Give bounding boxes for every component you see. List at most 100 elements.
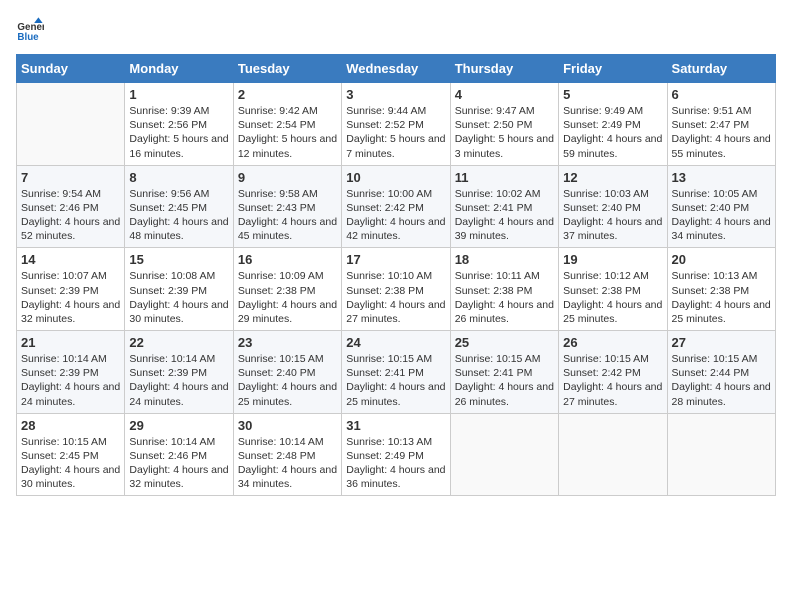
- day-cell: 19Sunrise: 10:12 AM Sunset: 2:38 PM Dayl…: [559, 248, 667, 331]
- logo: General Blue: [16, 16, 46, 44]
- day-cell: 10 Sunrise: 10:00 AM Sunset: 2:42 PM Dayl…: [342, 165, 450, 248]
- day-number: 3: [346, 87, 445, 102]
- day-number: 17: [346, 252, 445, 267]
- day-info: Sunrise: 10:14 AM Sunset: 2:39 PM Daylig…: [129, 352, 228, 409]
- day-cell: 2 Sunrise: 9:42 AM Sunset: 2:54 PM Daylig…: [233, 83, 341, 166]
- day-number: 28: [21, 418, 120, 433]
- col-header-wednesday: Wednesday: [342, 55, 450, 83]
- col-header-thursday: Thursday: [450, 55, 558, 83]
- day-number: 1: [129, 87, 228, 102]
- day-number: 22: [129, 335, 228, 350]
- day-number: 5: [563, 87, 662, 102]
- col-header-sunday: Sunday: [17, 55, 125, 83]
- day-info: Sunrise: 9:49 AM Sunset: 2:49 PM Dayligh…: [563, 104, 662, 161]
- day-info: Sunrise: 9:58 AM Sunset: 2:43 PM Dayligh…: [238, 187, 337, 244]
- day-info: Sunrise: 10:02 AM Sunset: 2:41 PM Daylig…: [455, 187, 554, 244]
- day-info: Sunrise: 10:11 AM Sunset: 2:38 PM Daylig…: [455, 269, 554, 326]
- day-cell: 17 Sunrise: 10:10 AM Sunset: 2:38 PM Dayl…: [342, 248, 450, 331]
- col-header-tuesday: Tuesday: [233, 55, 341, 83]
- day-cell: [450, 413, 558, 496]
- day-number: 31: [346, 418, 445, 433]
- day-cell: 23Sunrise: 10:15 AM Sunset: 2:40 PM Dayl…: [233, 331, 341, 414]
- day-cell: 20 Sunrise: 10:13 AM Sunset: 2:38 PM Dayl…: [667, 248, 775, 331]
- header-row: SundayMondayTuesdayWednesdayThursdayFrid…: [17, 55, 776, 83]
- day-info: Sunrise: 10:14 AM Sunset: 2:46 PM Daylig…: [129, 435, 228, 492]
- day-number: 18: [455, 252, 554, 267]
- day-cell: 8Sunrise: 9:56 AM Sunset: 2:45 PM Daylig…: [125, 165, 233, 248]
- day-number: 30: [238, 418, 337, 433]
- day-info: Sunrise: 10:14 AM Sunset: 2:39 PM Daylig…: [21, 352, 120, 409]
- day-number: 9: [238, 170, 337, 185]
- day-number: 10: [346, 170, 445, 185]
- day-cell: 3 Sunrise: 9:44 AM Sunset: 2:52 PM Daylig…: [342, 83, 450, 166]
- day-number: 20: [672, 252, 771, 267]
- col-header-saturday: Saturday: [667, 55, 775, 83]
- day-info: Sunrise: 10:14 AM Sunset: 2:48 PM Daylig…: [238, 435, 337, 492]
- day-cell: [667, 413, 775, 496]
- day-info: Sunrise: 9:54 AM Sunset: 2:46 PM Dayligh…: [21, 187, 120, 244]
- day-info: Sunrise: 10:15 AM Sunset: 2:40 PM Daylig…: [238, 352, 337, 409]
- day-info: Sunrise: 9:56 AM Sunset: 2:45 PM Dayligh…: [129, 187, 228, 244]
- col-header-monday: Monday: [125, 55, 233, 83]
- calendar-header: SundayMondayTuesdayWednesdayThursdayFrid…: [17, 55, 776, 83]
- day-cell: 15Sunrise: 10:08 AM Sunset: 2:39 PM Dayl…: [125, 248, 233, 331]
- day-info: Sunrise: 10:09 AM Sunset: 2:38 PM Daylig…: [238, 269, 337, 326]
- day-info: Sunrise: 10:15 AM Sunset: 2:45 PM Daylig…: [21, 435, 120, 492]
- day-info: Sunrise: 9:44 AM Sunset: 2:52 PM Dayligh…: [346, 104, 445, 161]
- day-number: 7: [21, 170, 120, 185]
- day-cell: 4 Sunrise: 9:47 AM Sunset: 2:50 PM Daylig…: [450, 83, 558, 166]
- day-cell: 27 Sunrise: 10:15 AM Sunset: 2:44 PM Dayl…: [667, 331, 775, 414]
- day-cell: 28 Sunrise: 10:15 AM Sunset: 2:45 PM Dayl…: [17, 413, 125, 496]
- day-cell: 9 Sunrise: 9:58 AM Sunset: 2:43 PM Daylig…: [233, 165, 341, 248]
- day-info: Sunrise: 9:51 AM Sunset: 2:47 PM Dayligh…: [672, 104, 771, 161]
- day-cell: 25 Sunrise: 10:15 AM Sunset: 2:41 PM Dayl…: [450, 331, 558, 414]
- day-number: 11: [455, 170, 554, 185]
- day-cell: [17, 83, 125, 166]
- day-info: Sunrise: 10:15 AM Sunset: 2:41 PM Daylig…: [455, 352, 554, 409]
- week-row-3: 14 Sunrise: 10:07 AM Sunset: 2:39 PM Dayl…: [17, 248, 776, 331]
- day-cell: 24Sunrise: 10:15 AM Sunset: 2:41 PM Dayl…: [342, 331, 450, 414]
- day-info: Sunrise: 10:07 AM Sunset: 2:39 PM Daylig…: [21, 269, 120, 326]
- day-cell: 26Sunrise: 10:15 AM Sunset: 2:42 PM Dayl…: [559, 331, 667, 414]
- day-cell: 22 Sunrise: 10:14 AM Sunset: 2:39 PM Dayl…: [125, 331, 233, 414]
- week-row-4: 21Sunrise: 10:14 AM Sunset: 2:39 PM Dayl…: [17, 331, 776, 414]
- day-cell: 29 Sunrise: 10:14 AM Sunset: 2:46 PM Dayl…: [125, 413, 233, 496]
- day-cell: 30 Sunrise: 10:14 AM Sunset: 2:48 PM Dayl…: [233, 413, 341, 496]
- day-info: Sunrise: 10:15 AM Sunset: 2:42 PM Daylig…: [563, 352, 662, 409]
- day-number: 6: [672, 87, 771, 102]
- day-info: Sunrise: 10:03 AM Sunset: 2:40 PM Daylig…: [563, 187, 662, 244]
- svg-text:Blue: Blue: [17, 32, 39, 43]
- week-row-1: 1Sunrise: 9:39 AM Sunset: 2:56 PM Daylig…: [17, 83, 776, 166]
- day-cell: 31 Sunrise: 10:13 AM Sunset: 2:49 PM Dayl…: [342, 413, 450, 496]
- day-info: Sunrise: 10:05 AM Sunset: 2:40 PM Daylig…: [672, 187, 771, 244]
- day-cell: 16Sunrise: 10:09 AM Sunset: 2:38 PM Dayl…: [233, 248, 341, 331]
- day-number: 12: [563, 170, 662, 185]
- day-info: Sunrise: 10:15 AM Sunset: 2:44 PM Daylig…: [672, 352, 771, 409]
- day-info: Sunrise: 10:00 AM Sunset: 2:42 PM Daylig…: [346, 187, 445, 244]
- day-number: 25: [455, 335, 554, 350]
- day-info: Sunrise: 9:47 AM Sunset: 2:50 PM Dayligh…: [455, 104, 554, 161]
- day-info: Sunrise: 10:13 AM Sunset: 2:38 PM Daylig…: [672, 269, 771, 326]
- week-row-2: 7 Sunrise: 9:54 AM Sunset: 2:46 PM Daylig…: [17, 165, 776, 248]
- day-cell: 12 Sunrise: 10:03 AM Sunset: 2:40 PM Dayl…: [559, 165, 667, 248]
- day-cell: 5 Sunrise: 9:49 AM Sunset: 2:49 PM Daylig…: [559, 83, 667, 166]
- day-number: 27: [672, 335, 771, 350]
- day-cell: 14 Sunrise: 10:07 AM Sunset: 2:39 PM Dayl…: [17, 248, 125, 331]
- day-cell: 7 Sunrise: 9:54 AM Sunset: 2:46 PM Daylig…: [17, 165, 125, 248]
- day-info: Sunrise: 9:42 AM Sunset: 2:54 PM Dayligh…: [238, 104, 337, 161]
- day-cell: 11 Sunrise: 10:02 AM Sunset: 2:41 PM Dayl…: [450, 165, 558, 248]
- day-info: Sunrise: 10:12 AM Sunset: 2:38 PM Daylig…: [563, 269, 662, 326]
- day-info: Sunrise: 10:10 AM Sunset: 2:38 PM Daylig…: [346, 269, 445, 326]
- day-info: Sunrise: 10:13 AM Sunset: 2:49 PM Daylig…: [346, 435, 445, 492]
- day-cell: 18 Sunrise: 10:11 AM Sunset: 2:38 PM Dayl…: [450, 248, 558, 331]
- day-number: 13: [672, 170, 771, 185]
- day-number: 4: [455, 87, 554, 102]
- day-number: 29: [129, 418, 228, 433]
- day-info: Sunrise: 10:15 AM Sunset: 2:41 PM Daylig…: [346, 352, 445, 409]
- day-number: 15: [129, 252, 228, 267]
- day-number: 14: [21, 252, 120, 267]
- day-cell: 21Sunrise: 10:14 AM Sunset: 2:39 PM Dayl…: [17, 331, 125, 414]
- calendar-table: SundayMondayTuesdayWednesdayThursdayFrid…: [16, 54, 776, 496]
- day-number: 2: [238, 87, 337, 102]
- calendar-body: 1Sunrise: 9:39 AM Sunset: 2:56 PM Daylig…: [17, 83, 776, 496]
